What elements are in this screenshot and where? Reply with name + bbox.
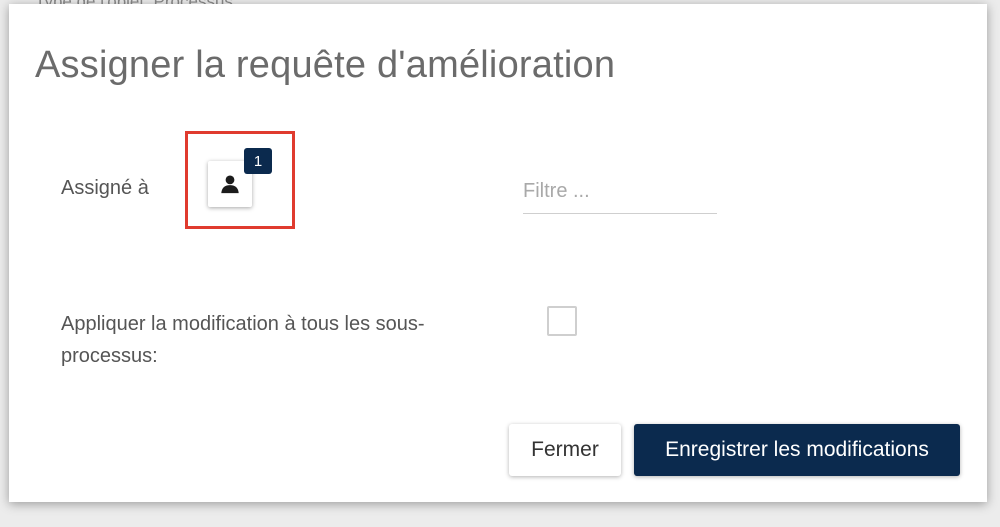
assignee-highlight-box: 1 [185, 131, 295, 229]
assignee-count-badge: 1 [244, 148, 272, 174]
save-changes-button[interactable]: Enregistrer les modifications [634, 424, 960, 476]
close-button[interactable]: Fermer [509, 424, 621, 476]
apply-to-subprocesses-checkbox[interactable] [547, 306, 577, 336]
filter-input[interactable] [523, 170, 717, 214]
apply-to-subprocesses-label: Appliquer la modification à tous les sou… [61, 313, 425, 367]
dialog-title: Assigner la requête d'amélioration [35, 44, 616, 86]
user-icon [221, 175, 239, 194]
assign-dialog: Assigner la requête d'amélioration Assig… [9, 4, 987, 502]
assigned-to-label: Assigné à [61, 177, 149, 199]
